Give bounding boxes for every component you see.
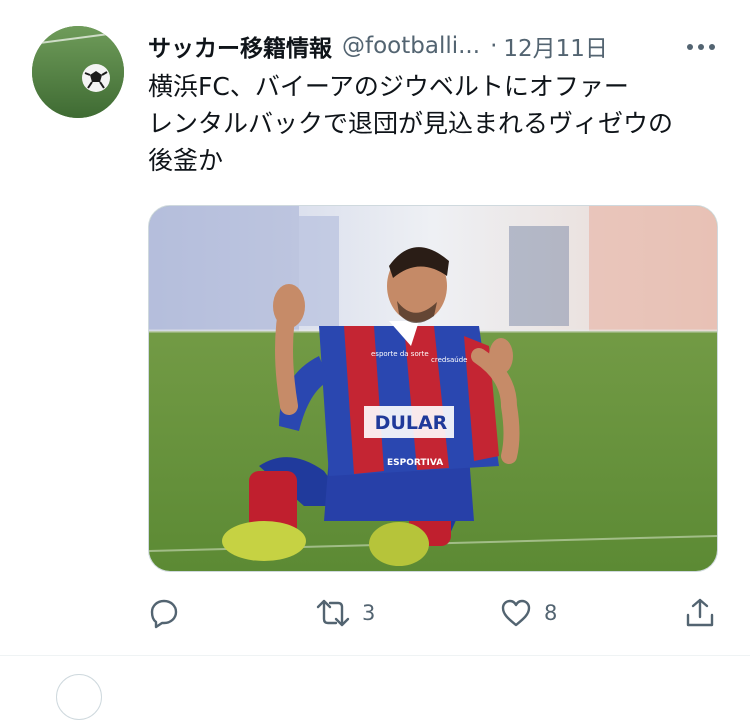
tweet-header: サッカー移籍情報 @footballi... · 12月11日 bbox=[148, 30, 718, 62]
author-avatar[interactable] bbox=[32, 26, 124, 118]
jersey-sub-sponsor-text: ESPORTIVA bbox=[387, 458, 444, 468]
heart-icon bbox=[501, 599, 531, 627]
next-tweet-avatar[interactable] bbox=[56, 674, 102, 720]
sleeve-brand-text: esporte da sorte bbox=[371, 350, 429, 358]
tweet-text: 横浜FC、バイーアのジウベルトにオファー レンタルバックで退団が見込まれるヴィゼ… bbox=[148, 72, 674, 175]
reply-button[interactable] bbox=[148, 594, 192, 632]
like-count: 8 bbox=[544, 601, 558, 625]
jersey-sponsor-text: DULAR bbox=[374, 412, 448, 434]
more-options-icon[interactable] bbox=[684, 34, 718, 58]
soccer-ball-avatar-image bbox=[32, 26, 124, 118]
share-button[interactable] bbox=[684, 594, 728, 632]
share-icon bbox=[686, 598, 714, 627]
header-separator: · bbox=[490, 33, 498, 59]
author-handle[interactable]: @footballi... bbox=[342, 33, 480, 59]
retweet-button[interactable]: 3 bbox=[316, 594, 375, 632]
author-name[interactable]: サッカー移籍情報 bbox=[148, 29, 332, 63]
like-button[interactable]: 8 bbox=[500, 594, 557, 632]
tweet-divider bbox=[0, 655, 750, 656]
chest-brand-text: credsaúde bbox=[431, 356, 468, 364]
reply-icon bbox=[150, 599, 178, 629]
retweet-icon bbox=[316, 599, 350, 627]
retweet-count: 3 bbox=[362, 601, 376, 625]
tweet-timestamp[interactable]: 12月11日 bbox=[503, 29, 608, 63]
tweet-media-image[interactable]: DULAR ESPORTIVA esporte da sorte credsaú… bbox=[148, 205, 718, 572]
player-photo bbox=[149, 206, 717, 571]
